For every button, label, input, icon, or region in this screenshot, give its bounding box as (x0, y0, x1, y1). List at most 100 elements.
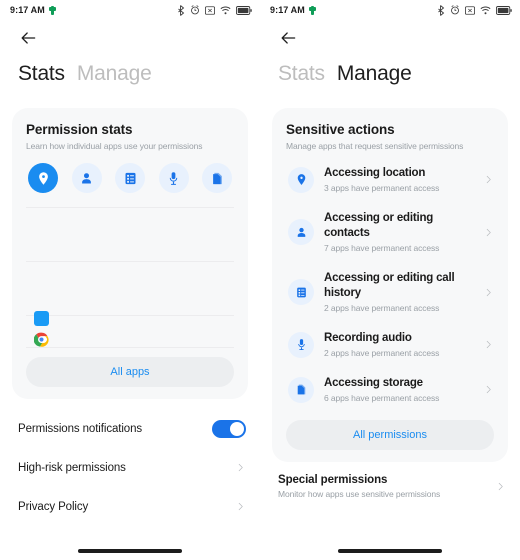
special-permissions-text: Special permissions Monitor how apps use… (278, 474, 440, 499)
right-tab-bar: Stats Manage (260, 56, 520, 98)
contacts-icon (288, 219, 314, 245)
sensitive-action-accessing-storage[interactable]: Accessing storage 6 apps have permanent … (286, 367, 494, 412)
row-label-privacy-policy: Privacy Policy (18, 500, 89, 513)
tab-stats[interactable]: Stats (18, 62, 65, 86)
status-bar-clock: 9:17 AM (270, 5, 305, 15)
chevron-right-icon (235, 462, 246, 473)
sensitive-action-accessing-or-editing-contacts[interactable]: Accessing or editing contacts 7 apps hav… (286, 202, 494, 262)
tab-manage[interactable]: Manage (77, 62, 152, 86)
sensitive-action-text: Accessing location 3 apps have permanent… (324, 166, 473, 193)
back-arrow-icon[interactable] (18, 28, 38, 48)
sensitive-actions-title: Sensitive actions (286, 122, 395, 137)
tab-stats[interactable]: Stats (278, 62, 325, 86)
bluetooth-icon (177, 4, 185, 16)
permission-filter-row (26, 163, 234, 193)
call-history-icon (288, 279, 314, 305)
sensitive-action-text: Recording audio 2 apps have permanent ac… (324, 331, 473, 358)
status-bar-left-group: 9:17 AM (10, 5, 56, 15)
sensitive-action-title: Accessing or editing contacts (324, 212, 434, 239)
wifi-icon (480, 6, 491, 15)
left-tab-bar: Stats Manage (0, 56, 260, 98)
dual-screenshot-container: 9:17 AM Stats Manage Permission stats Le… (0, 0, 520, 560)
chevron-right-icon (483, 339, 494, 350)
battery-saver-green-icon (48, 5, 56, 15)
sensitive-action-text: Accessing storage 6 apps have permanent … (324, 376, 473, 403)
chart-gridline (26, 261, 234, 262)
sensitive-action-text: Accessing or editing call history 2 apps… (324, 271, 473, 313)
wifi-icon (220, 6, 231, 15)
right-screen-manage: 9:17 AM Stats Manage Sensitive actions M… (260, 0, 520, 560)
left-settings-list: Permissions notifications High-risk perm… (0, 409, 260, 526)
row-permissions-notifications[interactable]: Permissions notifications (0, 409, 260, 448)
all-permissions-button[interactable]: All permissions (286, 420, 494, 450)
chevron-right-icon (483, 227, 494, 238)
sensitive-action-subtitle: 6 apps have permanent access (324, 393, 440, 403)
chevron-right-icon (495, 481, 506, 492)
sensitive-action-accessing-or-editing-call-history[interactable]: Accessing or editing call history 2 apps… (286, 262, 494, 322)
permission-filter-microphone[interactable] (158, 163, 189, 193)
chart-gridline (26, 315, 234, 316)
status-bar-right-group (177, 4, 252, 16)
sensitive-action-title: Accessing location (324, 167, 426, 179)
chart-app-icon-chrome (33, 332, 49, 347)
status-bar-left: 9:17 AM (0, 0, 260, 20)
gesture-nav-bar (78, 549, 182, 553)
row-label-permissions-notifications: Permissions notifications (18, 422, 143, 435)
permissions-notifications-toggle[interactable] (212, 419, 246, 438)
row-privacy-policy[interactable]: Privacy Policy (0, 487, 260, 526)
chevron-right-icon (483, 174, 494, 185)
status-bar-left-group: 9:17 AM (270, 5, 316, 15)
chart-gridline (26, 347, 234, 348)
permission-stats-subtitle: Learn how individual apps use your permi… (26, 141, 203, 151)
chart-app-icon-blue-square (34, 311, 49, 326)
special-permissions-title: Special permissions (278, 474, 388, 486)
sensitive-action-subtitle: 2 apps have permanent access (324, 348, 440, 358)
status-bar-clock: 9:17 AM (10, 5, 45, 15)
right-toolbar (260, 20, 520, 56)
microphone-icon (288, 331, 314, 358)
sensitive-action-title: Accessing storage (324, 377, 423, 389)
alarm-icon (190, 5, 200, 15)
battery-icon (496, 5, 512, 15)
permission-filter-contacts[interactable] (71, 163, 102, 193)
special-permissions-subtitle: Monitor how apps use sensitive permissio… (278, 489, 441, 499)
battery-icon (236, 5, 252, 15)
sensitive-actions-list: Accessing location 3 apps have permanent… (286, 157, 494, 412)
sensitive-actions-card: Sensitive actions Manage apps that reque… (272, 108, 508, 462)
tab-manage[interactable]: Manage (337, 62, 412, 86)
sensitive-action-text: Accessing or editing contacts 7 apps hav… (324, 211, 473, 253)
status-bar-right-group (437, 4, 512, 16)
row-label-high-risk-permissions: High-risk permissions (18, 461, 126, 474)
permission-usage-chart (26, 199, 234, 349)
gesture-nav-bar (338, 549, 442, 553)
permission-filter-location[interactable] (28, 163, 58, 193)
left-screen-stats: 9:17 AM Stats Manage Permission stats Le… (0, 0, 260, 560)
row-high-risk-permissions[interactable]: High-risk permissions (0, 448, 260, 487)
permission-filter-call-history[interactable] (115, 163, 145, 193)
sensitive-action-subtitle: 2 apps have permanent access (324, 303, 440, 313)
chevron-right-icon (483, 287, 494, 298)
sensitive-action-subtitle: 7 apps have permanent access (324, 243, 440, 253)
mute-box-icon (205, 5, 215, 15)
chart-gridline (26, 207, 234, 208)
all-apps-button[interactable]: All apps (26, 357, 234, 387)
toggle-knob (230, 421, 244, 436)
chevron-right-icon (483, 384, 494, 395)
storage-icon (288, 376, 314, 403)
back-arrow-icon[interactable] (278, 28, 298, 48)
row-special-permissions[interactable]: Special permissions Monitor how apps use… (260, 462, 520, 499)
status-bar-right: 9:17 AM (260, 0, 520, 20)
sensitive-action-accessing-location[interactable]: Accessing location 3 apps have permanent… (286, 157, 494, 202)
sensitive-action-title: Recording audio (324, 332, 412, 344)
sensitive-action-recording-audio[interactable]: Recording audio 2 apps have permanent ac… (286, 322, 494, 367)
chart-app-axis (33, 311, 49, 347)
sensitive-action-title: Accessing or editing call history (324, 272, 455, 299)
mute-box-icon (465, 5, 475, 15)
location-icon (288, 166, 314, 193)
bluetooth-icon (437, 4, 445, 16)
left-toolbar (0, 20, 260, 56)
chevron-right-icon (235, 501, 246, 512)
permission-filter-storage[interactable] (202, 163, 232, 193)
permission-stats-title: Permission stats (26, 122, 133, 137)
sensitive-actions-subtitle: Manage apps that request sensitive permi… (286, 141, 464, 151)
